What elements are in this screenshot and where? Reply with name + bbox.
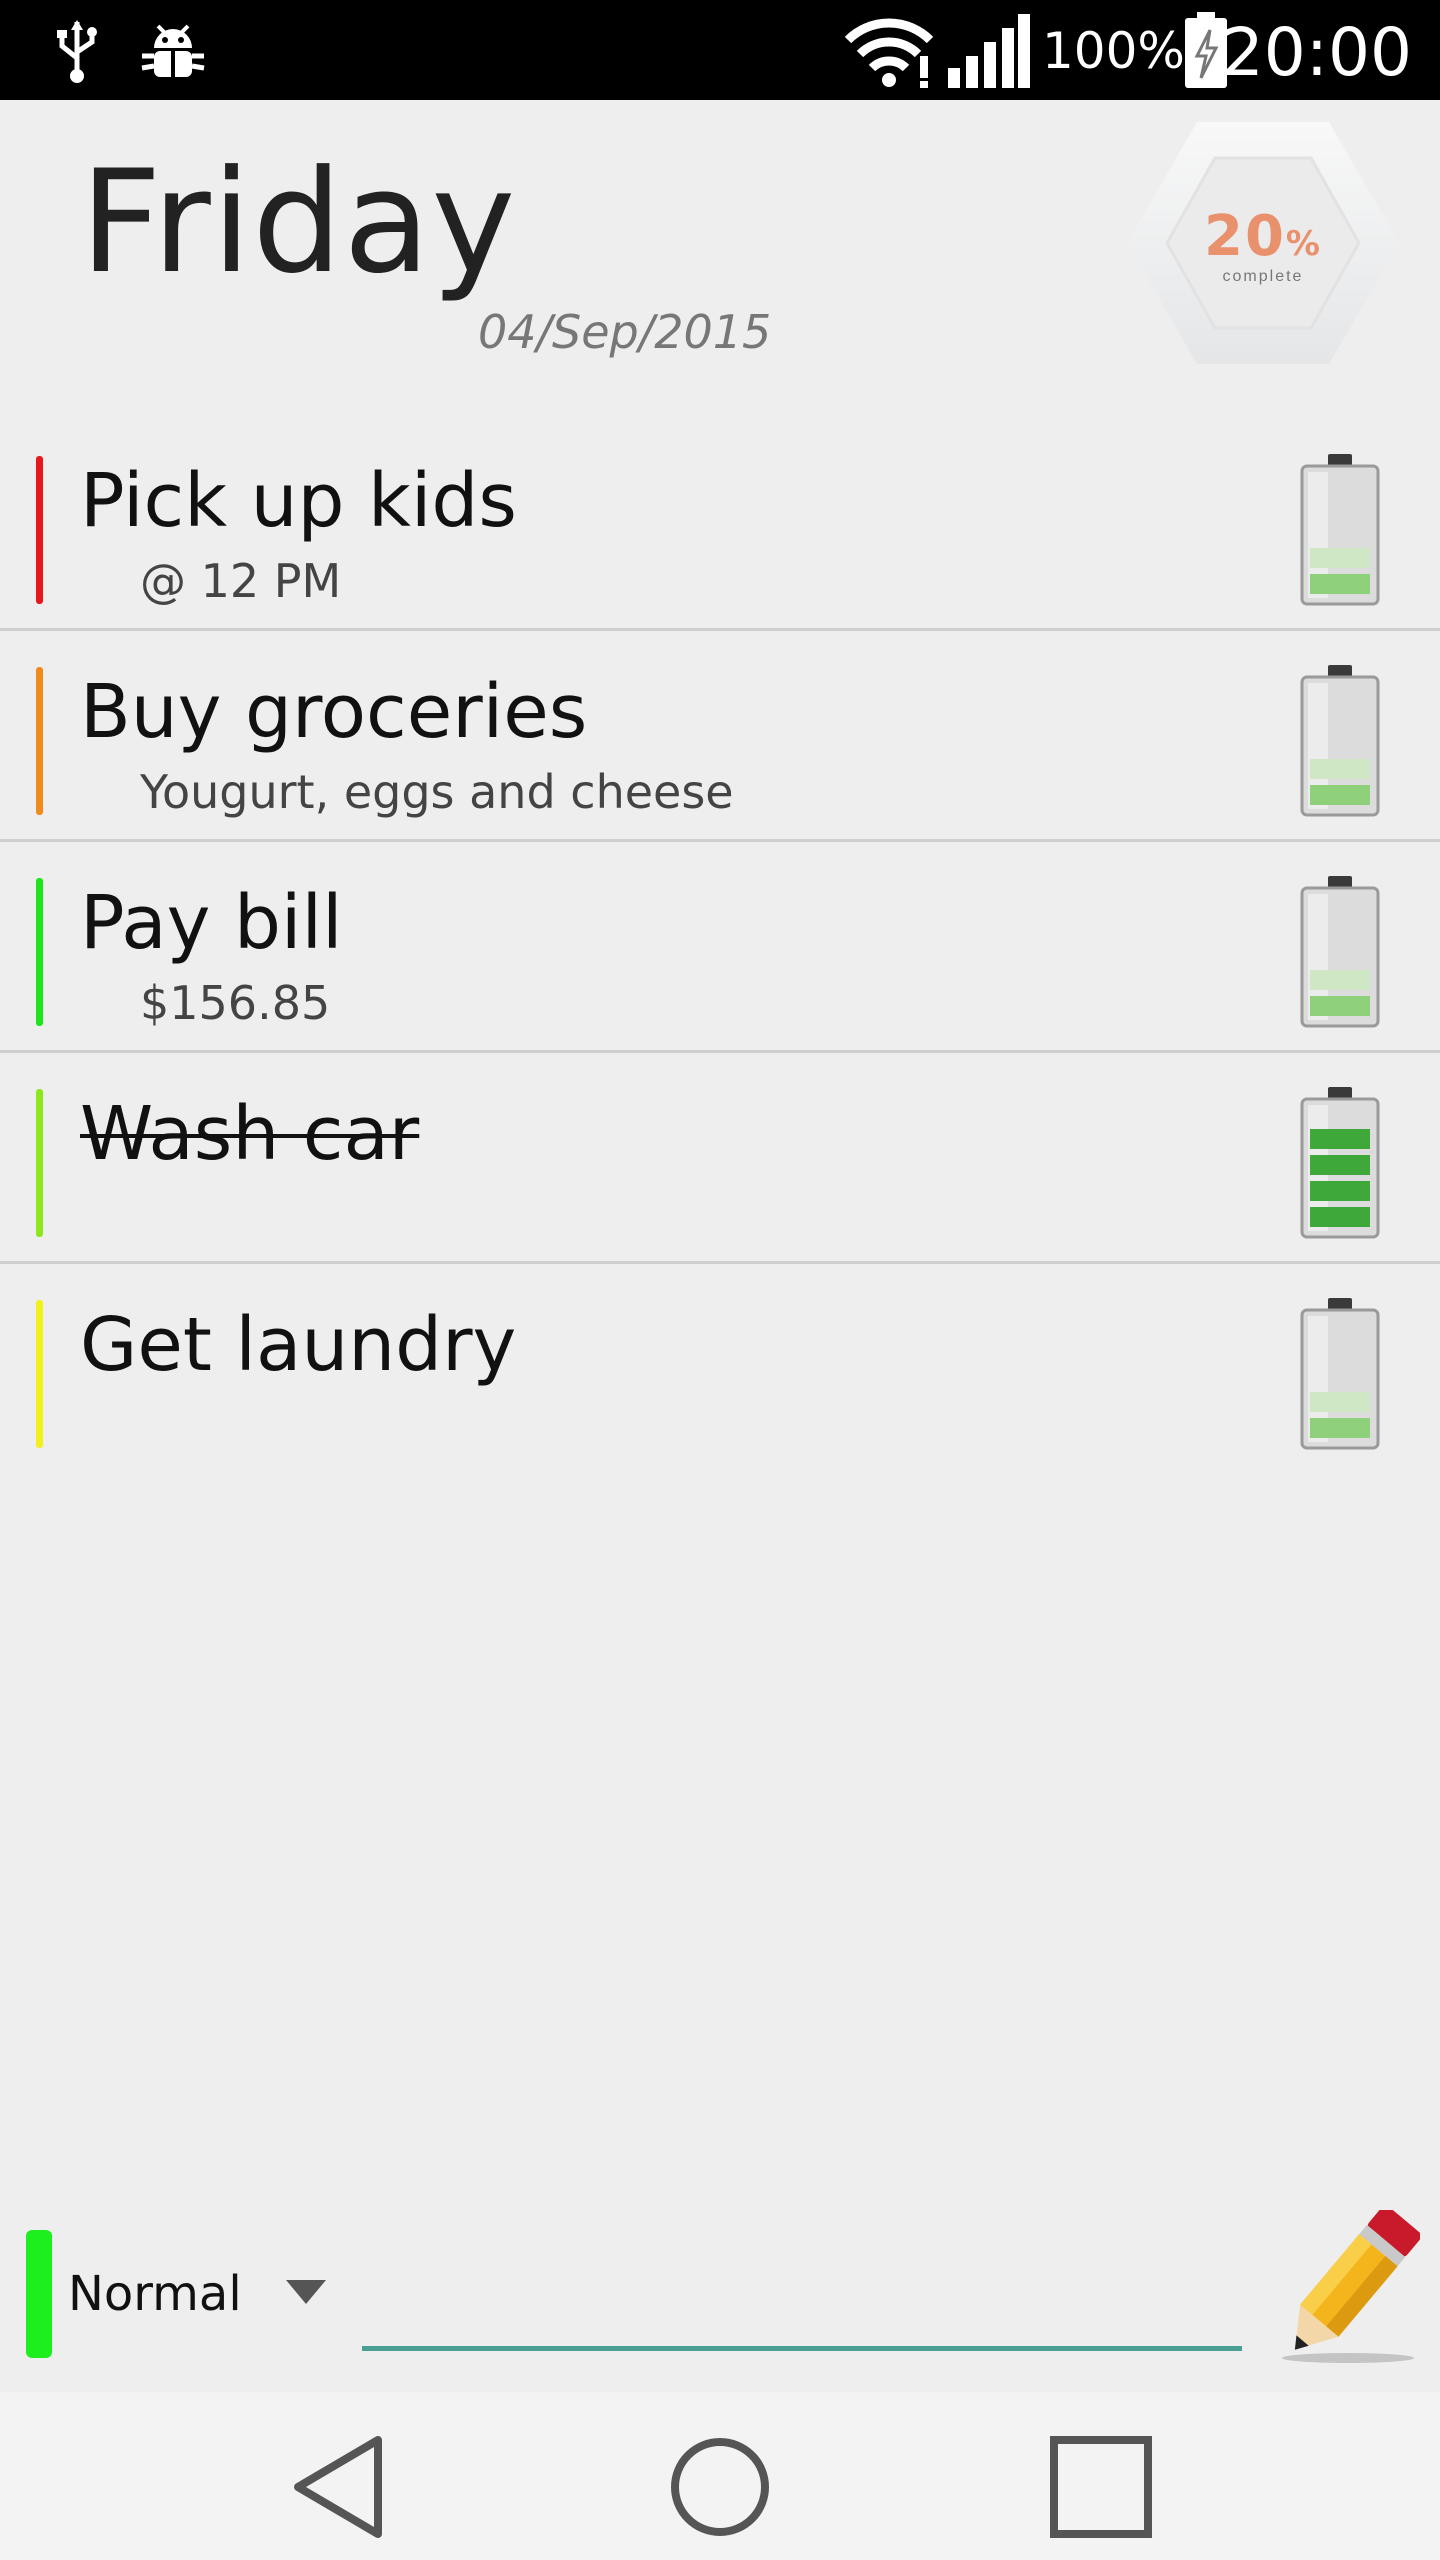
- task-title: Wash car: [80, 1091, 420, 1177]
- recents-icon[interactable]: [1046, 2432, 1156, 2542]
- navigation-bar: [0, 2392, 1440, 2560]
- task-priority-bar: [36, 1089, 43, 1237]
- new-task-input[interactable]: [362, 2250, 1242, 2351]
- day-title: Friday: [80, 140, 517, 305]
- dropdown-arrow-icon[interactable]: [286, 2280, 326, 2304]
- home-icon[interactable]: [665, 2432, 775, 2542]
- task-item[interactable]: Get laundry: [0, 1264, 1440, 1472]
- battery-segment: [1310, 1207, 1370, 1227]
- battery-segment: [1310, 785, 1370, 805]
- task-subtitle: Yougurt, eggs and cheese: [140, 765, 734, 819]
- progress-label: complete: [1222, 268, 1304, 285]
- task-subtitle: @ 12 PM: [140, 554, 342, 608]
- priority-select[interactable]: Normal: [68, 2266, 242, 2322]
- progress-unit: %: [1285, 224, 1322, 264]
- task-list: Pick up kids @ 12 PM Buy groceries Yougu…: [0, 420, 1440, 1472]
- back-icon[interactable]: [286, 2432, 396, 2542]
- task-subtitle: $156.85: [140, 976, 331, 1030]
- battery-segment: [1310, 548, 1370, 568]
- battery-progress-icon[interactable]: [1300, 1087, 1380, 1239]
- battery-progress-icon[interactable]: [1300, 454, 1380, 606]
- battery-segment: [1310, 1392, 1370, 1412]
- battery-percent: 100%: [1042, 22, 1185, 80]
- task-priority-bar: [36, 1300, 43, 1448]
- task-title: Pay bill: [80, 880, 343, 966]
- signal-icon: [948, 14, 1030, 88]
- progress-percent: 20%: [1125, 204, 1401, 269]
- battery-segment: [1310, 996, 1370, 1016]
- progress-badge[interactable]: 20% complete: [1125, 118, 1401, 368]
- battery-progress-icon[interactable]: [1300, 876, 1380, 1028]
- battery-segment: [1310, 1181, 1370, 1201]
- task-title: Buy groceries: [80, 669, 588, 755]
- debug-icon: [141, 24, 205, 77]
- battery-segment: [1310, 970, 1370, 990]
- task-item[interactable]: Pick up kids @ 12 PM: [0, 420, 1440, 631]
- date-label: 04/Sep/2015: [478, 305, 772, 359]
- task-priority-bar: [36, 667, 43, 815]
- wifi-icon: [844, 18, 934, 88]
- battery-segment: [1310, 1418, 1370, 1438]
- battery-segment: [1310, 574, 1370, 594]
- task-priority-bar: [36, 456, 43, 604]
- task-item[interactable]: Wash car: [0, 1053, 1440, 1264]
- priority-color-bar[interactable]: [26, 2230, 52, 2358]
- battery-segment: [1310, 1155, 1370, 1175]
- task-title: Pick up kids: [80, 458, 517, 544]
- clock: 20:00: [1221, 14, 1412, 91]
- usb-icon: [57, 20, 97, 83]
- task-priority-bar: [36, 878, 43, 1026]
- battery-segment: [1310, 1129, 1370, 1149]
- task-item[interactable]: Buy groceries Yougurt, eggs and cheese: [0, 631, 1440, 842]
- battery-progress-icon[interactable]: [1300, 1298, 1380, 1450]
- task-title: Get laundry: [80, 1302, 517, 1388]
- task-item[interactable]: Pay bill $156.85: [0, 842, 1440, 1053]
- pencil-icon[interactable]: [1270, 2210, 1420, 2370]
- battery-progress-icon[interactable]: [1300, 665, 1380, 817]
- progress-value: 20: [1203, 204, 1286, 269]
- status-bar: 100% 20:00: [0, 0, 1440, 100]
- battery-segment: [1310, 759, 1370, 779]
